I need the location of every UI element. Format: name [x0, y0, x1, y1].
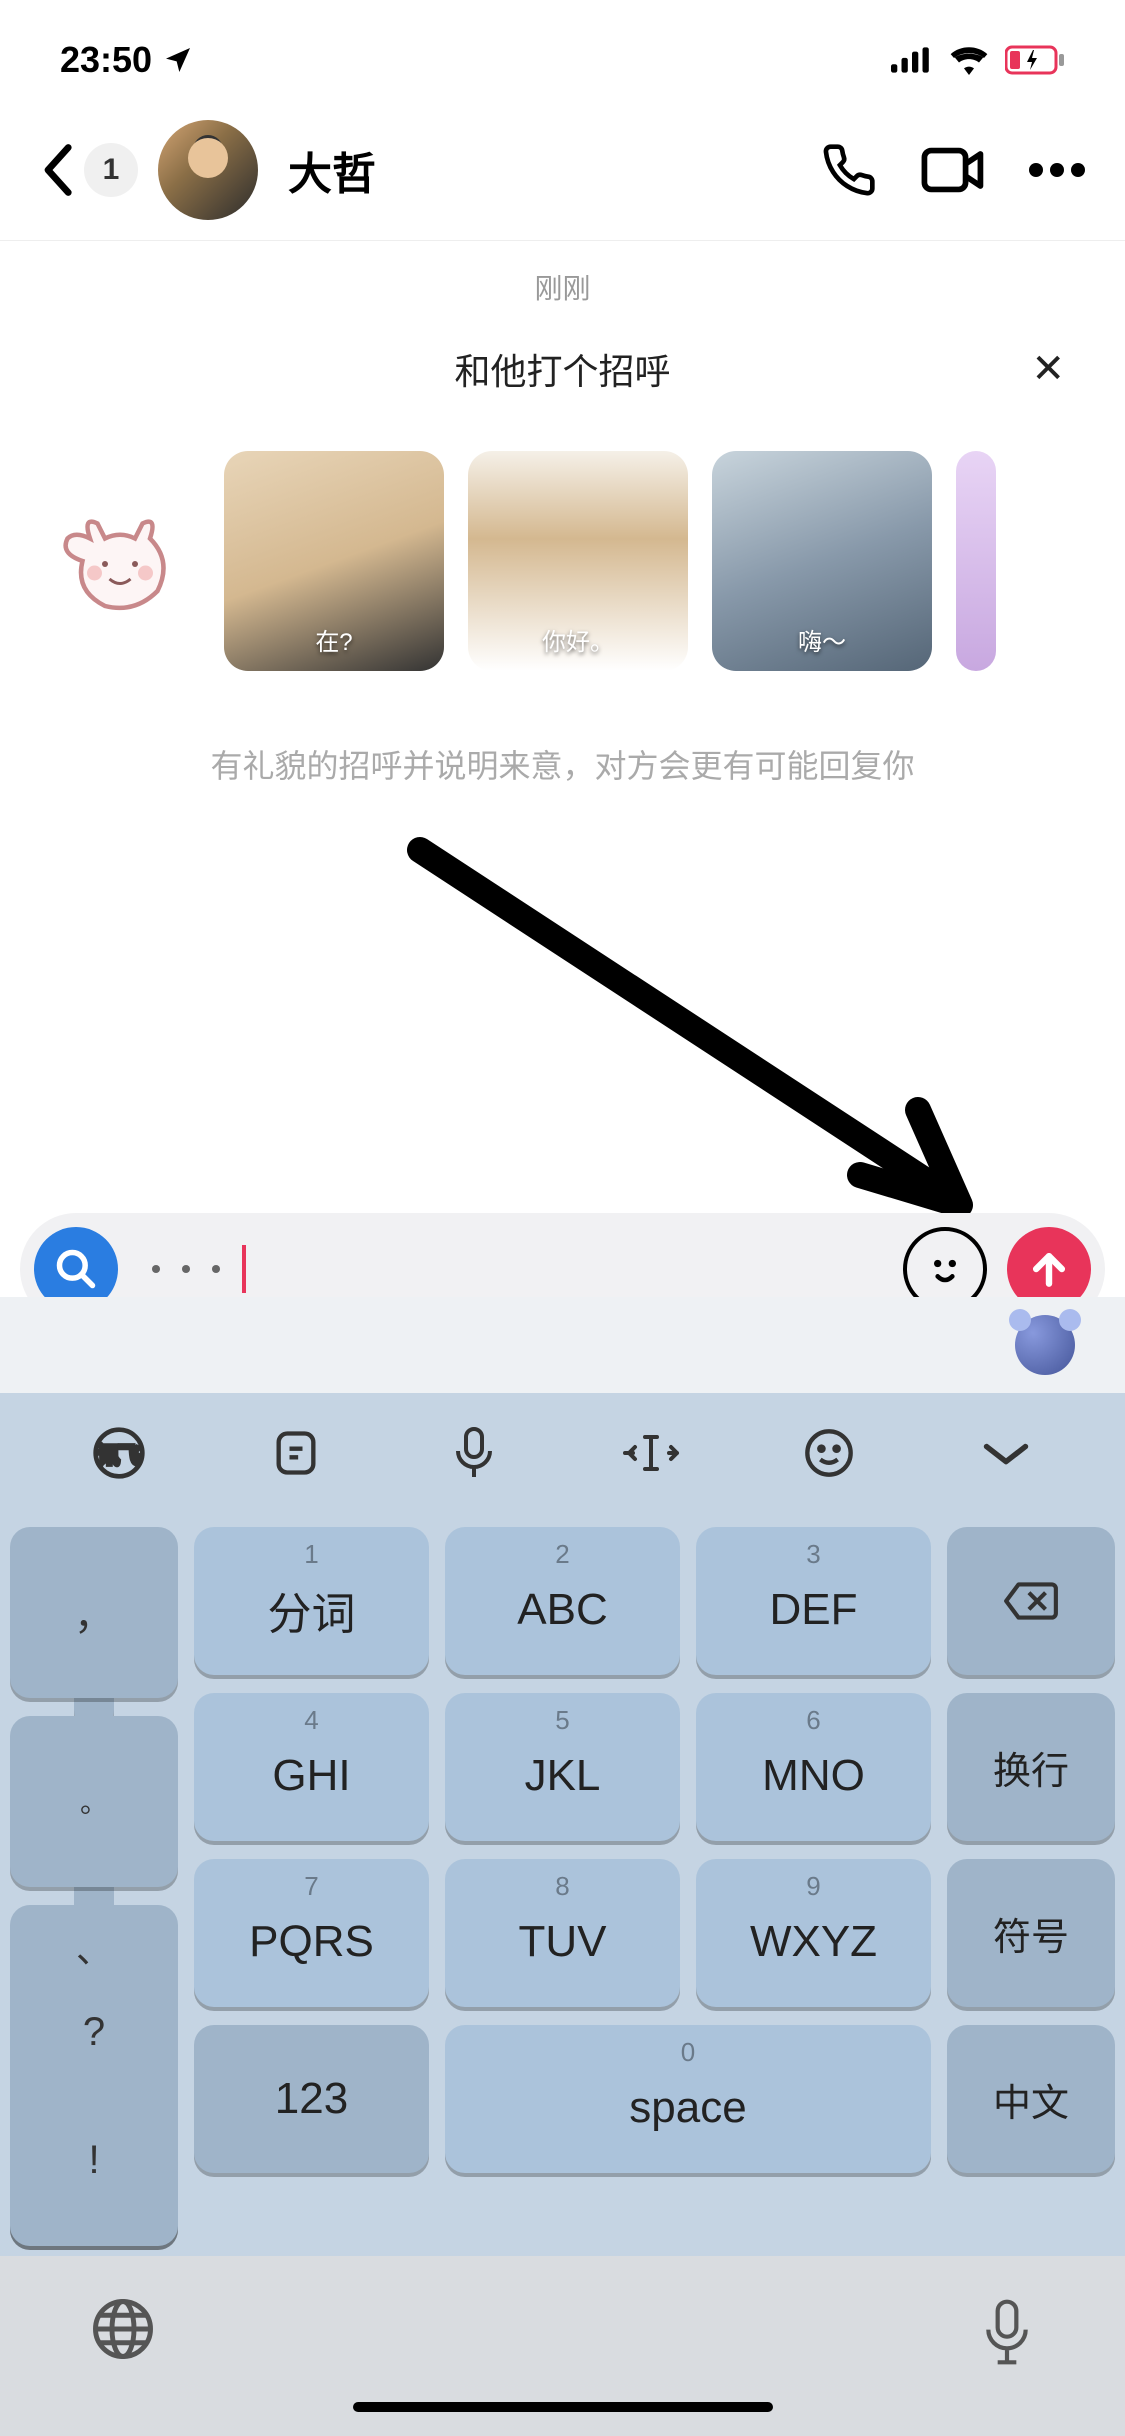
- unread-badge[interactable]: 1: [84, 143, 138, 197]
- wifi-icon: [949, 45, 989, 75]
- status-bar: 23:50: [0, 0, 1125, 100]
- text-cursor: [242, 1245, 246, 1293]
- key-period[interactable]: 。: [10, 1716, 178, 1887]
- back-icon[interactable]: [40, 143, 74, 197]
- greeting-title: 和他打个招呼: [454, 343, 670, 395]
- greeting-header: 和他打个招呼 ✕: [0, 327, 1125, 411]
- key-4[interactable]: 4GHI: [194, 1693, 429, 1841]
- key-3[interactable]: 3DEF: [696, 1527, 931, 1675]
- video-call-icon[interactable]: [921, 146, 985, 194]
- sticker-item[interactable]: [956, 451, 996, 671]
- key-9[interactable]: 9WXYZ: [696, 1859, 931, 2007]
- key-8[interactable]: 8TUV: [445, 1859, 680, 2007]
- keyboard-toolbar: 讯飞: [0, 1393, 1125, 1513]
- status-time: 23:50: [60, 39, 152, 81]
- sticker-item[interactable]: 嗨～: [712, 451, 932, 671]
- collapse-keyboard-icon[interactable]: [973, 1420, 1039, 1486]
- key-123[interactable]: 123: [194, 2025, 429, 2173]
- key-newline[interactable]: 换行: [947, 1693, 1115, 1841]
- key-question[interactable]: ?: [10, 1990, 178, 2075]
- contact-name[interactable]: 大哲: [278, 138, 801, 202]
- key-slight[interactable]: 、: [10, 1905, 178, 1990]
- sticker-item[interactable]: 在?: [224, 451, 444, 671]
- emoji-keyboard-icon[interactable]: [796, 1420, 862, 1486]
- voice-input-icon[interactable]: [441, 1420, 507, 1486]
- sticker-item[interactable]: [40, 481, 200, 641]
- svg-text:讯飞: 讯飞: [98, 1444, 140, 1467]
- sticker-item[interactable]: 你好。: [468, 451, 688, 671]
- more-icon[interactable]: [1029, 162, 1085, 178]
- battery-icon: [1005, 45, 1065, 75]
- sticker-label: 嗨～: [798, 622, 846, 657]
- contact-avatar[interactable]: [158, 120, 258, 220]
- message-timestamp: 刚刚: [0, 241, 1125, 327]
- location-icon: [162, 44, 194, 76]
- cursor-mode-icon[interactable]: [618, 1420, 684, 1486]
- key-symbols[interactable]: 符号: [947, 1859, 1115, 2007]
- keyboard: 讯飞 ， 。 、 1分词 2ABC 3DEF: [0, 1297, 1125, 2436]
- dictation-icon[interactable]: [979, 2296, 1035, 2368]
- punctuation-overlay: ， 。 、 ? !: [10, 1527, 178, 2246]
- globe-icon[interactable]: [90, 2296, 156, 2362]
- assistant-icon[interactable]: [1015, 1315, 1075, 1375]
- key-backspace[interactable]: [947, 1527, 1115, 1675]
- key-exclaim[interactable]: !: [10, 2075, 178, 2246]
- key-comma[interactable]: ，: [10, 1527, 178, 1698]
- sticker-row: 在? 你好。 嗨～: [0, 411, 1125, 691]
- annotation-arrow: [380, 830, 1020, 1250]
- sticker-label: 在?: [315, 622, 352, 657]
- home-indicator[interactable]: [353, 2402, 773, 2412]
- key-7[interactable]: 7PQRS: [194, 1859, 429, 2007]
- keyboard-suggestion-bar: [0, 1297, 1125, 1393]
- greeting-hint: 有礼貌的招呼并说明来意，对方会更有可能回复你: [0, 691, 1125, 827]
- close-icon[interactable]: ✕: [1031, 346, 1065, 392]
- ime-logo-icon[interactable]: 讯飞: [86, 1420, 152, 1486]
- chat-header: 1 大哲: [0, 100, 1125, 241]
- key-space[interactable]: 0space: [445, 2025, 931, 2173]
- key-5[interactable]: 5JKL: [445, 1693, 680, 1841]
- key-6[interactable]: 6MNO: [696, 1693, 931, 1841]
- key-language[interactable]: 中文: [947, 2025, 1115, 2173]
- message-input[interactable]: [138, 1245, 883, 1293]
- key-2[interactable]: 2ABC: [445, 1527, 680, 1675]
- clipboard-icon[interactable]: [263, 1420, 329, 1486]
- voice-call-icon[interactable]: [821, 142, 877, 198]
- signal-icon: [891, 46, 933, 74]
- sticker-label: 你好。: [542, 622, 614, 657]
- key-1[interactable]: 1分词: [194, 1527, 429, 1675]
